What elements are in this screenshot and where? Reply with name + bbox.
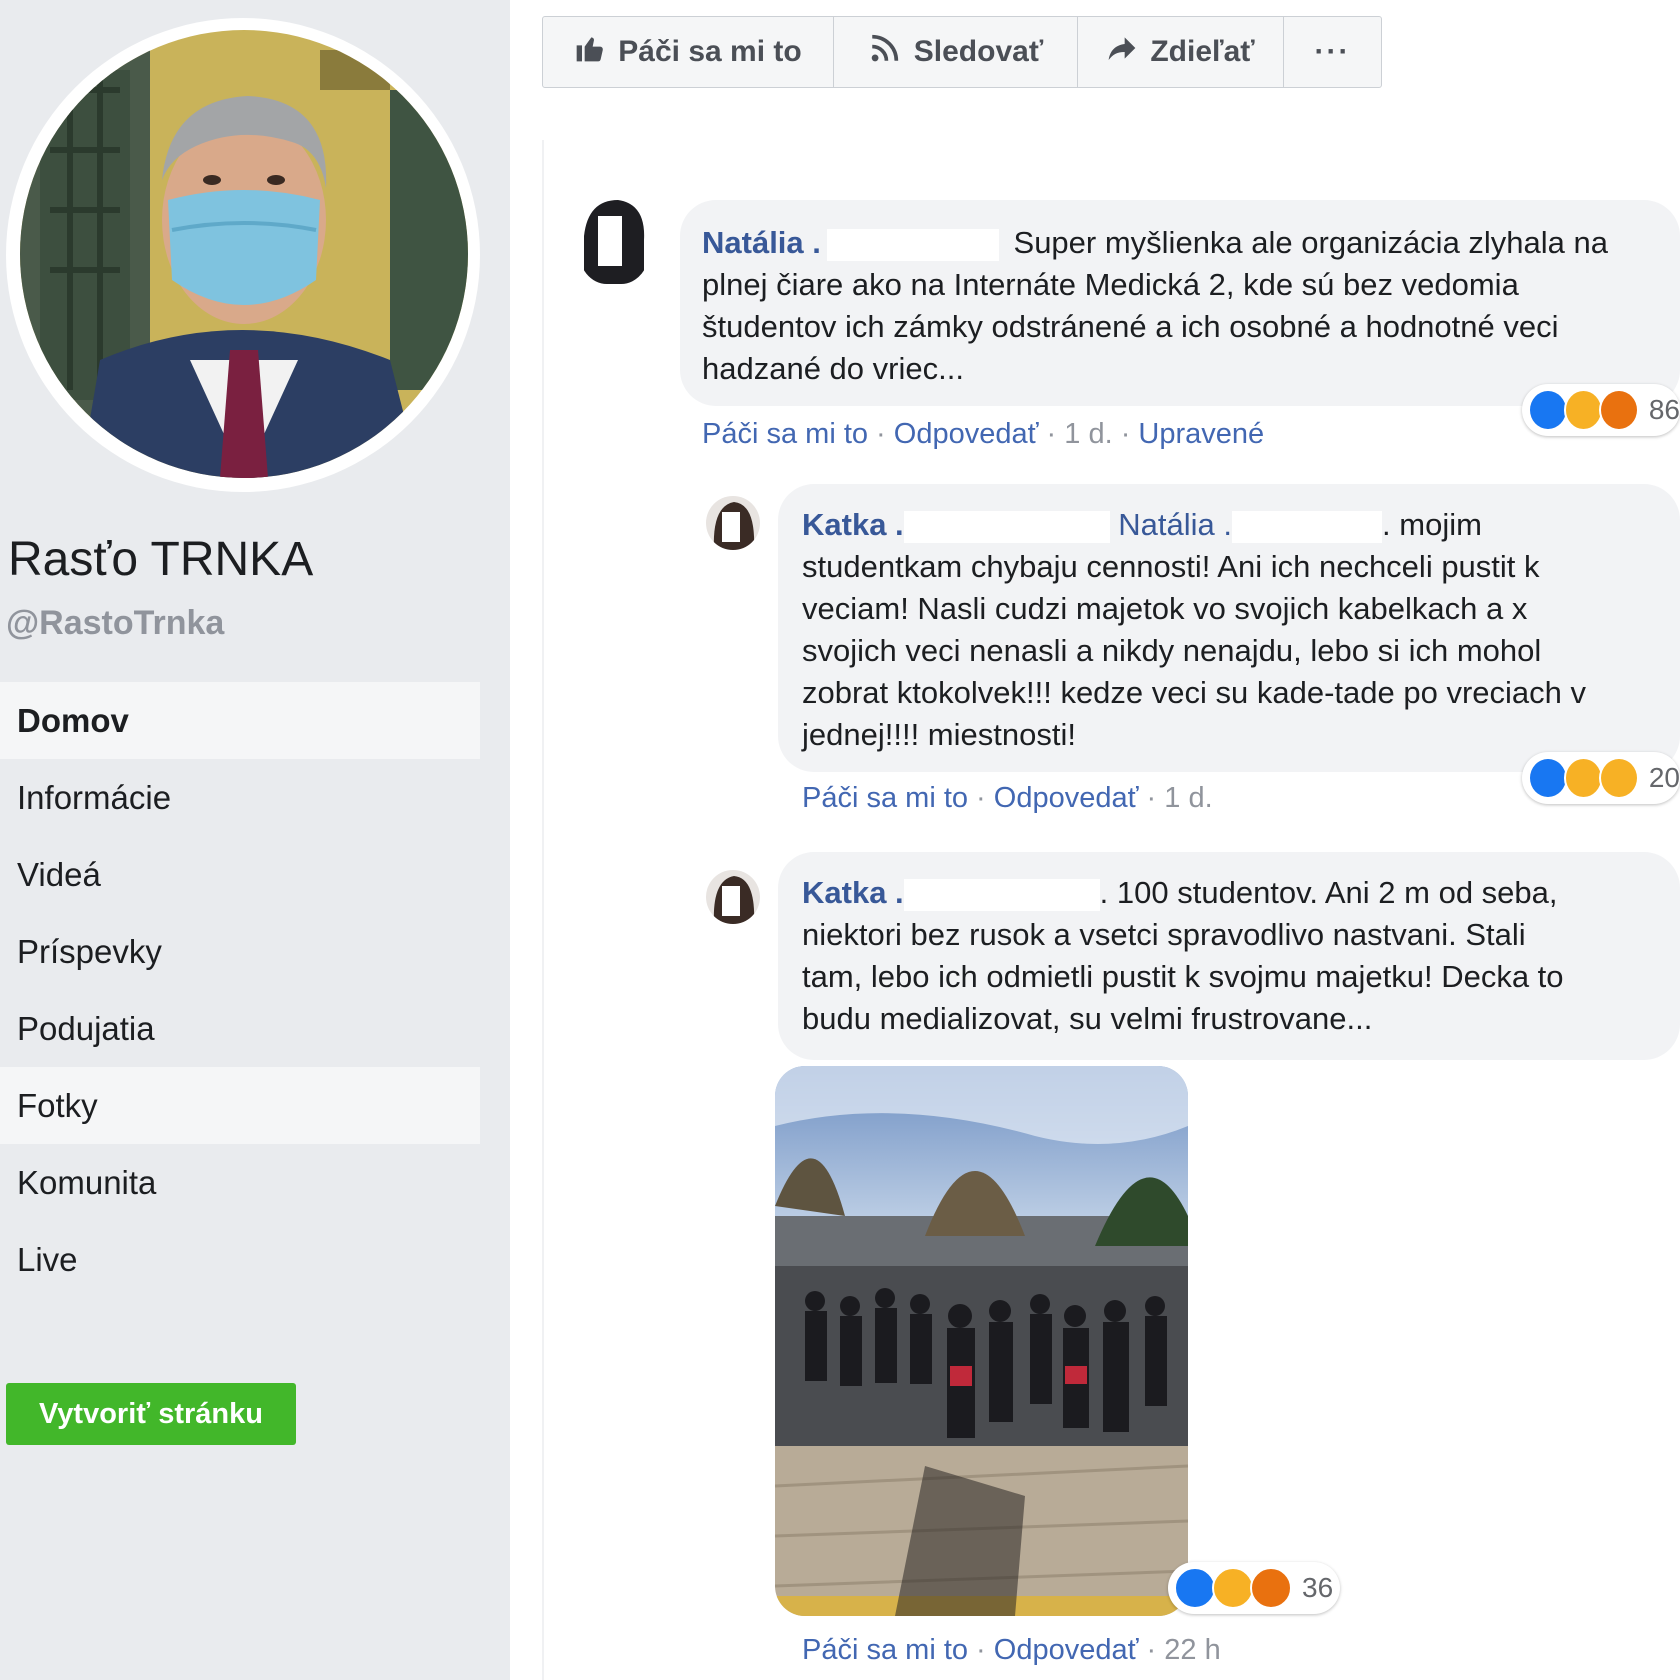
page-title: Rasťo TRNKA xyxy=(8,533,314,586)
follow-page-label: Sledovať xyxy=(913,35,1044,68)
more-options-button[interactable]: ··· xyxy=(1284,17,1381,87)
create-page-button[interactable]: Vytvoriť stránku xyxy=(6,1383,296,1445)
comment-bubble: Natália . Super myšlienka ale organizáci… xyxy=(680,200,1680,406)
comment-meta: Páči sa mi to · Odpovedať · 1 d. xyxy=(802,782,1213,814)
page-username[interactable]: @RastoTrnka xyxy=(6,604,224,643)
ellipsis-icon: ··· xyxy=(1314,35,1351,68)
rss-icon xyxy=(868,31,902,73)
reaction-count: 36 xyxy=(1302,1572,1334,1603)
comment-thread-divider xyxy=(542,140,544,1680)
comment-text-line: studentkam chybaju cennosti! Ani ich nec… xyxy=(802,549,1540,584)
comment-bubble: Katka . . 100 studentov. Ani 2 m od seba,… xyxy=(778,852,1680,1060)
commenter-avatar[interactable] xyxy=(578,196,650,284)
redaction-mask xyxy=(1232,510,1383,543)
commenter-avatar[interactable] xyxy=(706,496,760,550)
nav-item-domov[interactable]: Domov xyxy=(0,682,480,759)
comment-timestamp[interactable]: 1 d. xyxy=(1064,418,1112,450)
comment-text-line: tam, lebo ich odmietli pustit k svojmu m… xyxy=(802,959,1564,994)
comment-reply-link[interactable]: Odpovedať xyxy=(994,1634,1139,1666)
comment-meta: Páči sa mi to · Odpovedať · 22 h xyxy=(802,1634,1221,1666)
comment-author[interactable]: Natália . xyxy=(702,225,821,260)
comment-text-line: plnej čiare ako na Internáte Medická 2, … xyxy=(702,267,1519,302)
comment-like-link[interactable]: Páči sa mi to xyxy=(702,418,868,450)
comment-text-line: . mojim xyxy=(1382,507,1482,542)
page-navigation: Domov Informácie Videá Príspevky Podujat… xyxy=(0,682,480,1298)
redaction-mask xyxy=(826,228,999,261)
comment-reply-link[interactable]: Odpovedať xyxy=(994,782,1139,814)
like-reaction-icon xyxy=(1174,1567,1216,1609)
wow-reaction-icon xyxy=(1563,757,1604,799)
nav-item-videa[interactable]: Videá xyxy=(0,836,480,913)
comment-text-line: hadzané do vriec... xyxy=(702,351,964,386)
share-page-label: Zdieľať xyxy=(1150,35,1255,68)
comment-timestamp[interactable]: 1 d. xyxy=(1164,782,1212,814)
comment-text-line: jednej!!!! miestnosti! xyxy=(802,717,1076,752)
nav-item-komunita[interactable]: Komunita xyxy=(0,1144,480,1221)
nav-item-podujatia[interactable]: Podujatia xyxy=(0,990,480,1067)
reaction-count: 86 xyxy=(1648,394,1680,425)
comment-author[interactable]: Katka . xyxy=(802,507,904,542)
nav-item-prispevky[interactable]: Príspevky xyxy=(0,913,480,990)
comment-text-line: študentov ich zámky odstránené a ich oso… xyxy=(702,309,1559,344)
redaction-mask xyxy=(903,878,1100,911)
comment-text-line: Super myšlienka ale organizácia zlyhala … xyxy=(1013,225,1609,260)
nav-item-live[interactable]: Live xyxy=(0,1221,480,1298)
like-reaction-icon xyxy=(1528,389,1568,431)
wow-reaction-icon xyxy=(1563,389,1604,431)
comment-text-line: . 100 studentov. Ani 2 m od seba, xyxy=(1099,875,1558,910)
comment-photo[interactable] xyxy=(775,1066,1188,1616)
thumbs-up-icon xyxy=(574,32,606,72)
comment-reply-link[interactable]: Odpovedať xyxy=(894,418,1039,450)
redaction-mask xyxy=(903,510,1110,543)
comment-like-link[interactable]: Páči sa mi to xyxy=(802,782,968,814)
comment-text-line: niektori bez rusok a vsetci spravodlivo … xyxy=(802,917,1526,952)
commenter-avatar[interactable] xyxy=(706,870,760,924)
comment-author[interactable]: Katka . xyxy=(802,875,904,910)
comment-text-line: budu medializovat, su velmi frustrovane.… xyxy=(802,1001,1373,1036)
reaction-count: 20 xyxy=(1648,762,1680,793)
mentioned-user[interactable]: Natália . xyxy=(1118,507,1232,542)
profile-picture[interactable] xyxy=(20,30,468,478)
comment-timestamp[interactable]: 22 h xyxy=(1164,1634,1220,1666)
nav-item-informacie[interactable]: Informácie xyxy=(0,759,480,836)
nav-item-fotky[interactable]: Fotky xyxy=(0,1067,480,1144)
reaction-summary[interactable]: 20 xyxy=(1522,752,1680,804)
like-page-button[interactable]: Páči sa mi to xyxy=(543,17,834,87)
comment-edited-link[interactable]: Upravené xyxy=(1138,418,1264,450)
wow-reaction-icon xyxy=(1212,1567,1254,1609)
comment-text-line: zobrat ktokolvek!!! kedze veci su kade-t… xyxy=(802,675,1587,710)
reaction-summary[interactable]: 86 xyxy=(1522,384,1680,436)
angry-reaction-icon xyxy=(1250,1567,1292,1609)
sad-reaction-icon xyxy=(1599,757,1639,799)
comment-meta: Páči sa mi to · Odpovedať · 1 d. · Uprav… xyxy=(702,418,1265,450)
follow-page-button[interactable]: Sledovať xyxy=(834,17,1078,87)
page-sidebar: Rasťo TRNKA @RastoTrnka Domov Informácie… xyxy=(0,0,510,1680)
comment-bubble: Katka . Natália . . mojim studentkam chyb… xyxy=(778,484,1680,772)
like-reaction-icon xyxy=(1528,757,1568,799)
comment-like-link[interactable]: Páči sa mi to xyxy=(802,1634,968,1666)
like-page-label: Páči sa mi to xyxy=(618,35,802,68)
angry-reaction-icon xyxy=(1599,389,1639,431)
reaction-summary[interactable]: 36 xyxy=(1168,1562,1340,1614)
share-page-button[interactable]: Zdieľať xyxy=(1078,17,1284,87)
page-action-bar: Páči sa mi to Sledovať Zdieľať ··· xyxy=(542,16,1382,88)
comment-text-line: veciam! Nasli cudzi majetok vo svojich k… xyxy=(802,591,1528,626)
share-arrow-icon xyxy=(1106,32,1138,72)
comment-text-line: svojich veci nenasli a nikdy nenajdu, le… xyxy=(802,633,1542,668)
